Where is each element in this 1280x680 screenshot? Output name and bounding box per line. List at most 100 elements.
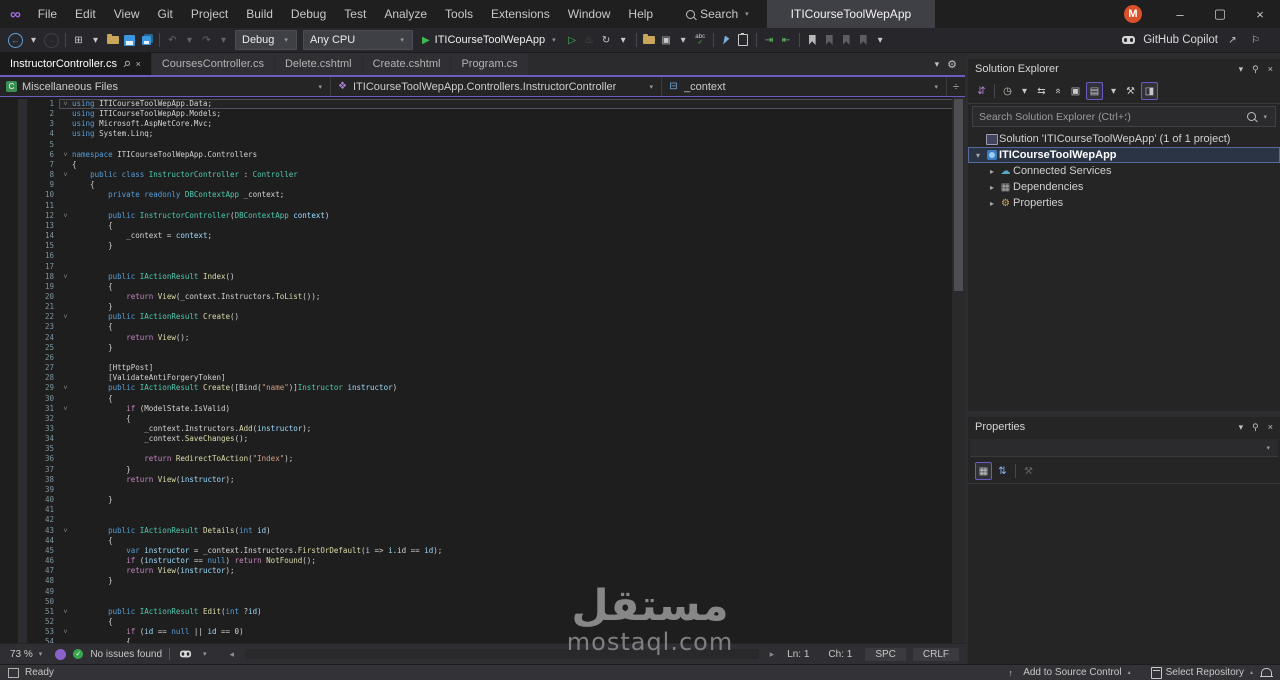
split-editor-icon[interactable]: ÷ — [947, 77, 965, 96]
sync-with-active-document-icon[interactable]: ⇆ — [1035, 83, 1048, 99]
tree-item-properties[interactable]: ▸ ⚙ Properties — [968, 195, 1280, 211]
redo-caret[interactable]: ▾ — [217, 32, 230, 48]
restore-button[interactable]: ▢ — [1200, 0, 1240, 28]
breakpoint-margin[interactable] — [0, 576, 18, 586]
restart-app-icon[interactable]: ↻ — [600, 32, 613, 48]
breakpoint-margin[interactable] — [0, 373, 18, 383]
start-without-debugging-icon[interactable]: ▷ — [566, 32, 579, 48]
open-folder-icon[interactable] — [106, 32, 119, 48]
fold-chevron-icon[interactable]: ˅ — [59, 607, 72, 617]
properties-object-dropdown[interactable]: ▾ — [970, 439, 1278, 457]
code-line-30[interactable]: 30 { — [0, 393, 965, 404]
breakpoint-margin[interactable] — [0, 587, 18, 597]
pin-tab-icon[interactable]: ⚲ — [120, 58, 133, 70]
tree-item-connected-services[interactable]: ▸ ☁ Connected Services — [968, 163, 1280, 179]
next-bookmark-icon[interactable] — [840, 32, 853, 48]
breakpoint-margin[interactable] — [0, 272, 18, 282]
copilot-status-icon[interactable] — [180, 650, 192, 658]
spell-check-icon[interactable]: abc ✓ — [694, 32, 707, 48]
breakpoint-margin[interactable] — [0, 201, 18, 211]
collapse-all-icon[interactable]: « — [1051, 85, 1067, 98]
breakpoint-margin[interactable] — [0, 312, 18, 322]
code-line-51[interactable]: 51 ˅ public IActionResult Edit(int ?id) — [0, 606, 965, 617]
code-line-50[interactable]: 50 — [0, 596, 965, 607]
tree-item-solution-iticoursetoolwepapp-1-of-1-proj[interactable]: Solution 'ITICourseToolWepApp' (1 of 1 p… — [968, 131, 1280, 147]
fold-chevron-icon[interactable]: ˅ — [59, 627, 72, 637]
code-line-39[interactable]: 39 — [0, 484, 965, 496]
preview-window-icon[interactable]: ▣ — [660, 32, 673, 48]
code-line-48[interactable]: 48 } — [0, 576, 965, 587]
scroll-left-icon[interactable]: ◂ — [230, 649, 235, 660]
vertical-scrollbar[interactable] — [952, 97, 965, 643]
window-tab[interactable]: ITICourseToolWepApp — [766, 0, 936, 28]
fold-chevron-icon[interactable]: ˅ — [59, 526, 72, 536]
menu-view[interactable]: View — [105, 7, 149, 21]
scroll-right-icon[interactable]: ▸ — [770, 649, 775, 660]
menu-build[interactable]: Build — [237, 7, 282, 21]
breakpoint-margin[interactable] — [0, 251, 18, 261]
breakpoint-margin[interactable] — [0, 454, 18, 464]
breakpoint-margin[interactable] — [0, 526, 18, 536]
restart-caret[interactable]: ▾ — [617, 32, 630, 48]
output-window-icon[interactable] — [8, 667, 19, 678]
indent-mode-indicator[interactable]: SPC — [865, 647, 906, 661]
code-line-37[interactable]: 37 } — [0, 464, 965, 475]
close-icon[interactable]: × — [1268, 422, 1273, 433]
hot-reload-icon[interactable]: ♨ — [583, 32, 596, 48]
solution-platforms-dropdown[interactable]: Any CPU ▾ — [302, 30, 413, 50]
breakpoint-margin[interactable] — [0, 221, 18, 231]
fold-chevron-icon[interactable]: ˅ — [59, 150, 72, 160]
menu-file[interactable]: File — [29, 7, 66, 21]
new-project-caret[interactable]: ▾ — [89, 32, 102, 48]
breakpoint-margin[interactable] — [0, 414, 18, 424]
filter-caret[interactable]: ▾ — [1018, 83, 1031, 99]
breakpoint-margin[interactable] — [0, 424, 18, 434]
panel-menu-caret-icon[interactable]: ▾ — [1239, 422, 1244, 433]
breakpoint-margin[interactable] — [0, 404, 18, 414]
bookmark-caret[interactable]: ▾ — [874, 32, 887, 48]
tab-program-cs[interactable]: Program.cs — [451, 53, 528, 75]
pin-icon[interactable]: ⚲ — [1252, 64, 1259, 75]
tab-coursescontroller-cs[interactable]: CoursesController.cs — [151, 53, 274, 75]
breakpoint-margin[interactable] — [0, 160, 18, 170]
show-all-files-caret[interactable]: ▾ — [1107, 83, 1120, 99]
breakpoint-margin[interactable] — [0, 637, 18, 643]
preview-selected-items-icon[interactable]: ◨ — [1141, 82, 1158, 100]
indent-in-icon[interactable]: ⇥ — [763, 32, 776, 48]
breakpoint-margin[interactable] — [0, 485, 18, 495]
code-line-34[interactable]: 34 _context.SaveChanges(); — [0, 434, 965, 445]
breakpoint-margin[interactable] — [0, 363, 18, 373]
fold-chevron-icon[interactable]: ˅ — [59, 99, 72, 109]
tab-delete-cshtml[interactable]: Delete.cshtml — [274, 53, 362, 75]
code-line-36[interactable]: 36 return RedirectToAction("Index"); — [0, 454, 965, 465]
breakpoint-margin[interactable] — [0, 505, 18, 515]
menu-window[interactable]: Window — [559, 7, 620, 21]
properties-icon[interactable]: ⚒ — [1124, 83, 1137, 99]
search-box[interactable]: Search ▾ — [678, 7, 759, 21]
navigate-cursor-icon[interactable] — [720, 32, 733, 48]
menu-git[interactable]: Git — [149, 7, 182, 21]
code-line-27[interactable]: 27 [HttpPost] — [0, 363, 965, 374]
code-line-52[interactable]: 52 { — [0, 616, 965, 628]
expand-arrow-icon[interactable]: ▸ — [986, 167, 998, 176]
code-editor[interactable]: 1 ˅ using ITICourseToolWepApp.Data; 2 using … — [0, 97, 965, 643]
code-line-19[interactable]: 19 { — [0, 281, 965, 292]
clipboard-icon[interactable] — [737, 32, 750, 48]
breakpoint-margin[interactable] — [0, 180, 18, 190]
breakpoint-margin[interactable] — [0, 536, 18, 546]
code-line-29[interactable]: 29 ˅ public IActionResult Create([Bind("n… — [0, 383, 965, 394]
navigate-back-caret[interactable]: ▾ — [27, 32, 40, 48]
solution-configurations-dropdown[interactable]: Debug ▾ — [235, 30, 297, 50]
breakpoint-margin[interactable] — [0, 292, 18, 302]
scrollbar-thumb[interactable] — [954, 99, 963, 291]
close-button[interactable]: × — [1240, 0, 1280, 28]
code-line-54[interactable]: 54 { — [0, 637, 965, 643]
breakpoint-margin[interactable] — [0, 119, 18, 129]
breakpoint-margin[interactable] — [0, 597, 18, 607]
column-indicator[interactable]: Ch: 1 — [822, 649, 858, 660]
line-ending-indicator[interactable]: CRLF — [912, 647, 959, 661]
zoom-control[interactable]: 73 % ▾ — [6, 649, 48, 660]
breakpoint-margin[interactable] — [0, 170, 18, 180]
code-line-18[interactable]: 18 ˅ public IActionResult Index() — [0, 271, 965, 282]
minimize-button[interactable]: – — [1160, 0, 1200, 28]
